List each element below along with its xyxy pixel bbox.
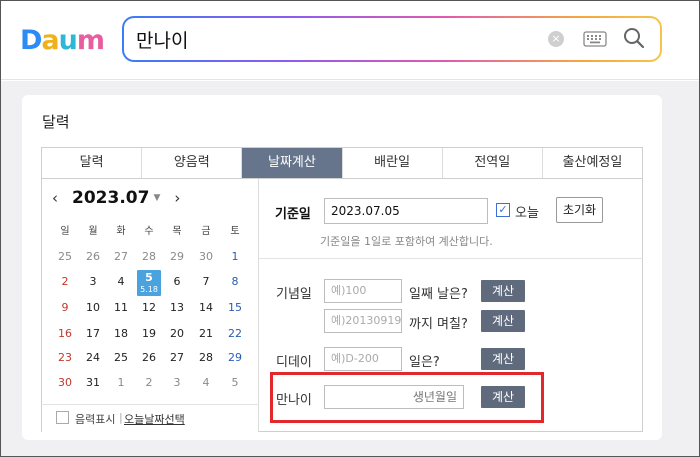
weekday-header: 금 (201, 226, 211, 237)
today-checkbox[interactable]: ✓ (496, 203, 510, 217)
base-date-input[interactable]: 2023.07.05 (324, 198, 488, 224)
dday-calc-button[interactable]: 계산 (481, 348, 525, 370)
tab-ovulation[interactable]: 배란일 (343, 148, 443, 178)
calendar-day[interactable]: 11 (107, 301, 135, 315)
search-input[interactable] (136, 24, 516, 54)
calendar-day[interactable]: 16 (51, 327, 79, 341)
calendar-day[interactable]: 13 (163, 301, 191, 315)
anniversary-suffix: 일째 날은? (409, 287, 468, 302)
header: D a u m × (0, 0, 700, 80)
calendar-day[interactable]: 4 (192, 376, 220, 390)
current-month[interactable]: 2023.07 (72, 188, 149, 208)
logo-letter-a: a (41, 24, 59, 56)
tab-discharge[interactable]: 전역일 (443, 148, 543, 178)
calendar-day-today[interactable]: 5 5.18 (137, 270, 161, 296)
highlight-box (270, 372, 544, 423)
weekday-header: 토 (230, 226, 240, 237)
calendar-day[interactable]: 17 (79, 327, 107, 341)
calendar-day[interactable]: 22 (221, 327, 249, 341)
calendar-day[interactable]: 26 (135, 351, 163, 365)
tab-lunar-solar[interactable]: 양음력 (142, 148, 243, 178)
calendar-day[interactable]: 27 (107, 250, 135, 264)
calendar-day[interactable]: 19 (135, 327, 163, 341)
logo-letter-m: m (76, 24, 105, 56)
calendar-day[interactable]: 4 (107, 275, 135, 289)
card-title: 달력 (42, 113, 70, 131)
calendar-day[interactable]: 25 (51, 250, 79, 264)
logo-letter-d: D (20, 24, 42, 56)
dday-input[interactable]: 예)D-200 (324, 347, 402, 371)
calendar-day[interactable]: 1 (107, 376, 135, 390)
base-date-hint: 기준일을 1일로 포함하여 계산합니다. (320, 235, 493, 248)
daum-logo[interactable]: D a u m (20, 24, 105, 56)
today-label: 오늘 (515, 206, 539, 221)
calendar-day[interactable]: 1 (221, 250, 249, 264)
clear-icon[interactable]: × (548, 31, 564, 47)
search-box: × (122, 16, 662, 62)
calendar-day[interactable]: 8 (221, 275, 249, 289)
footer-separator: | (119, 411, 123, 424)
select-today-link[interactable]: 오늘날짜선택 (124, 411, 185, 427)
search-icon[interactable] (623, 27, 645, 49)
search-inner: × (124, 18, 660, 60)
calendar-day[interactable]: 21 (192, 327, 220, 341)
calendar-day[interactable]: 29 (163, 250, 191, 264)
calendar-day[interactable]: 5 (221, 376, 249, 390)
prev-month-button[interactable]: ‹ (48, 189, 62, 207)
tab-date-calc[interactable]: 날짜계산 (242, 148, 343, 178)
next-month-button[interactable]: › (170, 189, 184, 207)
calendar-day[interactable]: 14 (192, 301, 220, 315)
tab-bar: 달력 양음력 날짜계산 배란일 전역일 출산예정일 (41, 147, 643, 179)
tab-due-date[interactable]: 출산예정일 (543, 148, 642, 178)
today-day-number: 5 (145, 271, 153, 284)
calendar-day[interactable]: 2 (135, 376, 163, 390)
calendar-day[interactable]: 26 (79, 250, 107, 264)
calendar-day[interactable]: 28 (192, 351, 220, 365)
keyboard-icon[interactable] (583, 31, 607, 47)
calendar-day[interactable]: 10 (79, 301, 107, 315)
calendar-day[interactable]: 6 (163, 275, 191, 289)
lunar-display-label: 음력표시 (75, 413, 116, 426)
anniversary-days-input[interactable]: 예)100 (324, 279, 402, 303)
today-lunar-date: 5.18 (140, 285, 158, 294)
since-date-suffix: 까지 며칠? (409, 317, 468, 332)
calendar-day[interactable]: 25 (107, 351, 135, 365)
calendar-day[interactable]: 23 (51, 351, 79, 365)
calendar-day[interactable]: 27 (163, 351, 191, 365)
base-date-label: 기준일 (275, 207, 311, 222)
weekday-header: 월 (88, 226, 98, 237)
calendar-day[interactable]: 3 (163, 376, 191, 390)
reset-button[interactable]: 초기화 (556, 197, 603, 223)
dday-label: 디데이 (276, 355, 312, 370)
calendar-day[interactable]: 15 (221, 301, 249, 315)
logo-letter-u: u (58, 24, 78, 56)
calendar-nav: ‹ 2023.07 ▼ › (48, 186, 184, 210)
calendar-day[interactable]: 31 (79, 376, 107, 390)
anniversary-label: 기념일 (276, 287, 312, 302)
calendar-day[interactable]: 20 (163, 327, 191, 341)
calendar-day[interactable]: 29 (221, 351, 249, 365)
calendar-day[interactable]: 30 (51, 376, 79, 390)
chevron-down-icon[interactable]: ▼ (153, 193, 160, 203)
calendar-day[interactable]: 24 (79, 351, 107, 365)
weekday-header: 목 (172, 226, 182, 237)
dday-suffix: 일은? (409, 355, 440, 370)
calendar-day[interactable]: 9 (51, 301, 79, 315)
weekday-header: 일 (60, 226, 70, 237)
weekday-header: 화 (116, 226, 126, 237)
calendar-day[interactable]: 2 (51, 275, 79, 289)
lunar-display-checkbox[interactable] (56, 411, 69, 424)
calendar-day[interactable]: 18 (107, 327, 135, 341)
since-date-calc-button[interactable]: 계산 (481, 310, 525, 332)
since-date-input[interactable]: 예)20130919 (324, 309, 402, 333)
calendar-day[interactable]: 30 (192, 250, 220, 264)
calendar-day[interactable]: 12 (135, 301, 163, 315)
tab-calendar[interactable]: 달력 (42, 148, 143, 178)
weekday-header: 수 (144, 226, 154, 237)
anniversary-calc-button[interactable]: 계산 (481, 280, 525, 302)
calendar-day[interactable]: 7 (192, 275, 220, 289)
calendar-day[interactable]: 28 (135, 250, 163, 264)
calendar-day[interactable]: 3 (79, 275, 107, 289)
